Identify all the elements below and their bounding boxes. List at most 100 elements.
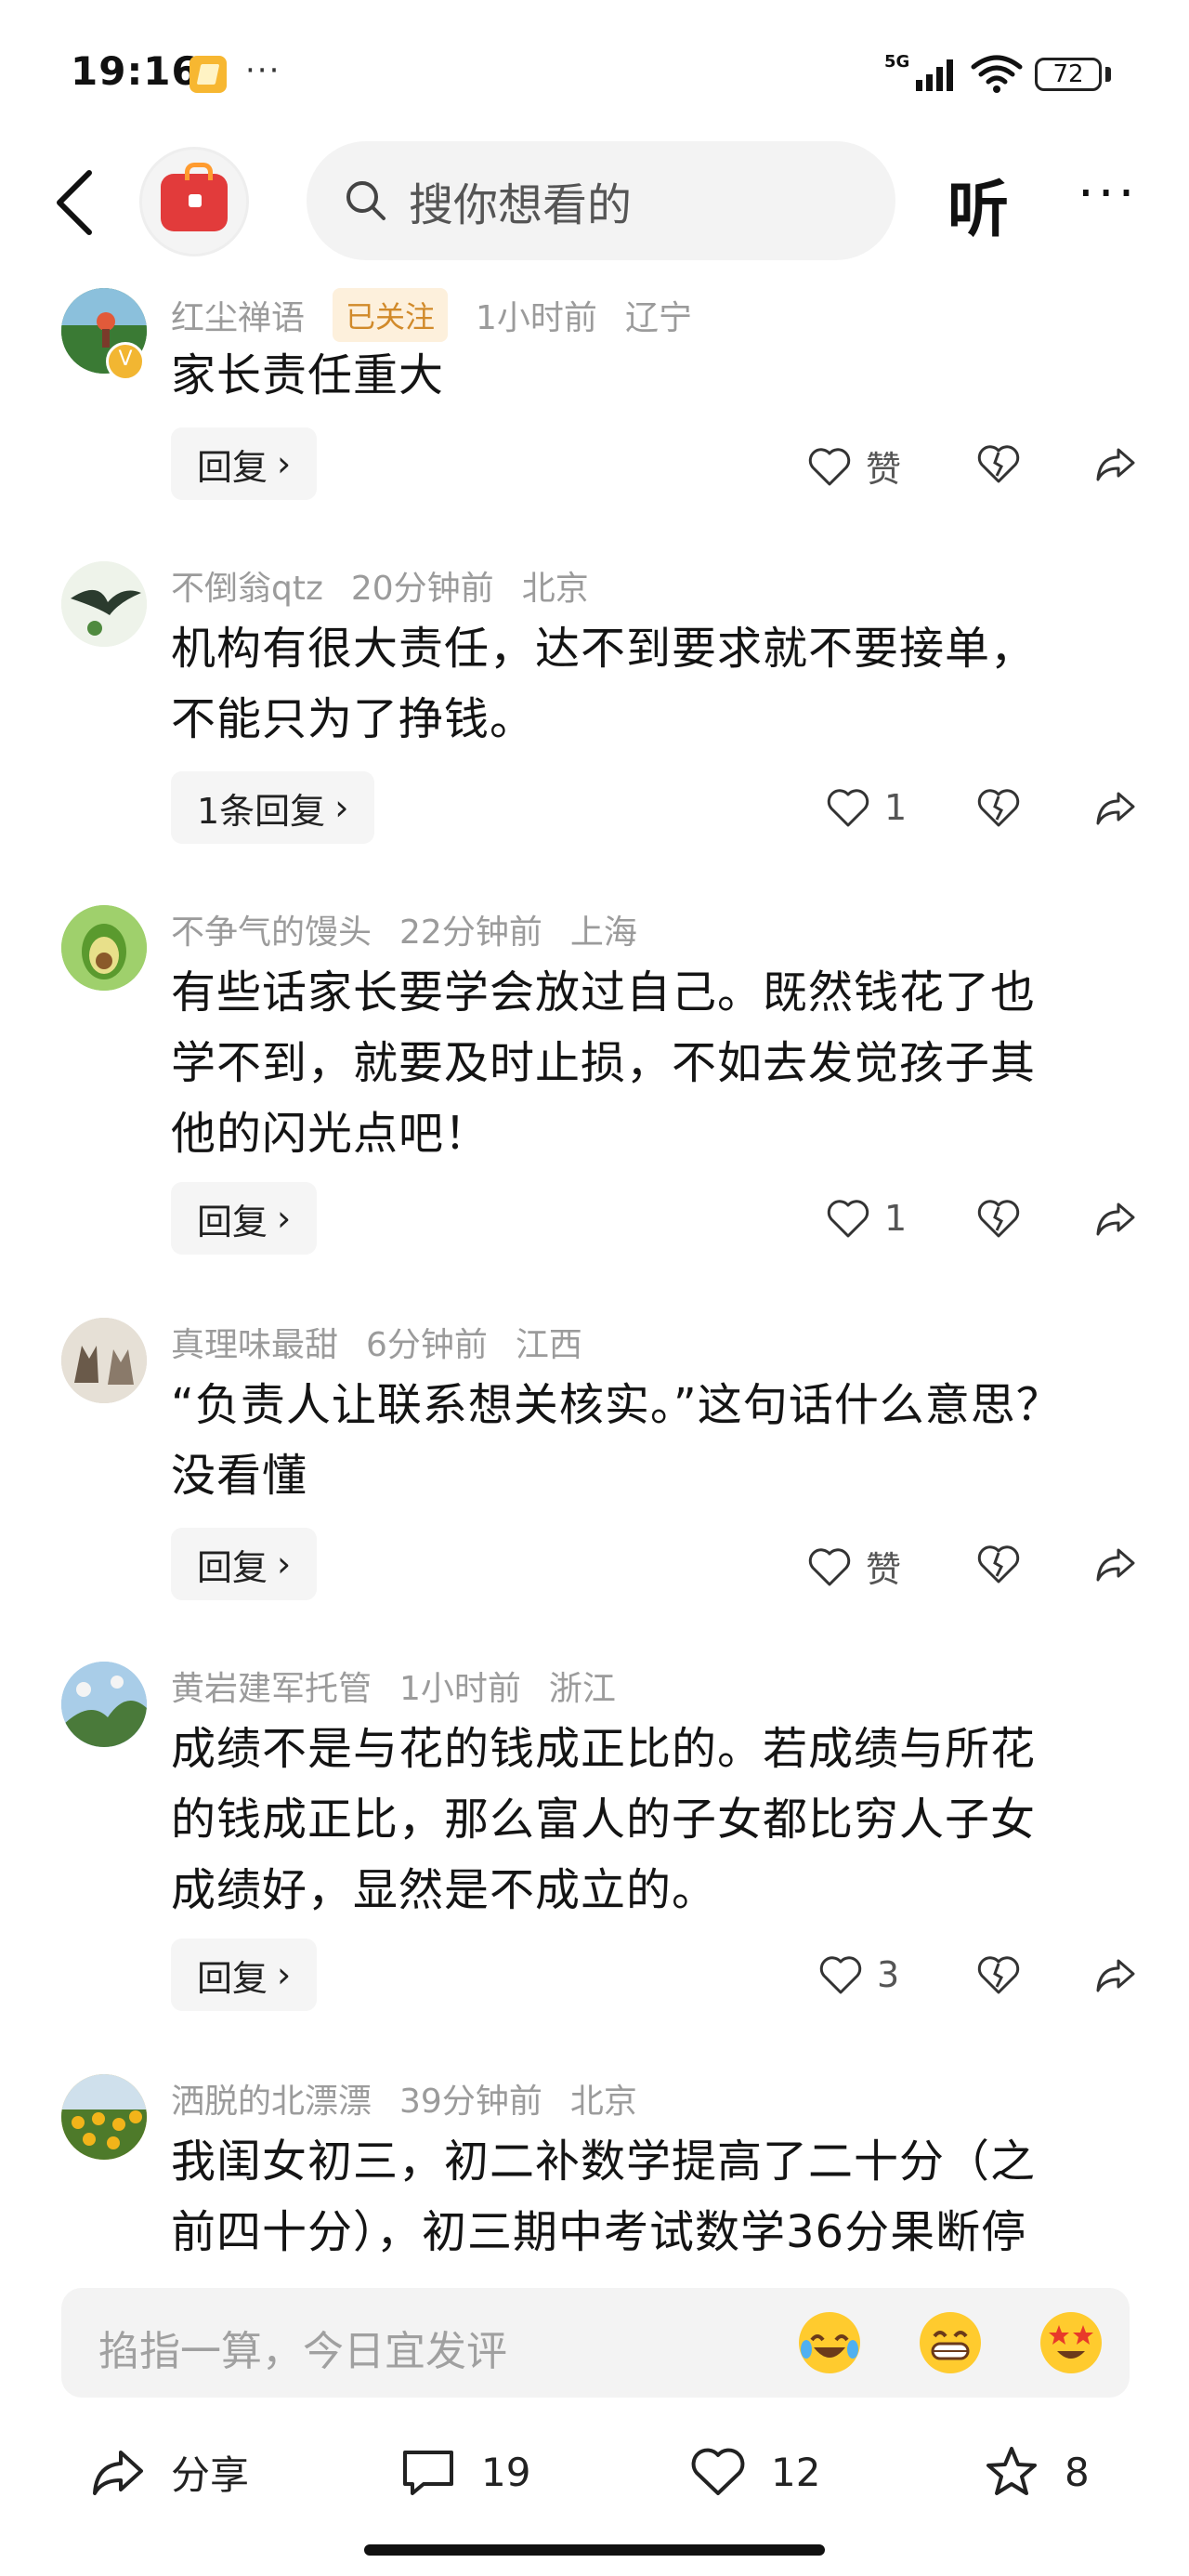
following-badge: 已关注 bbox=[333, 288, 449, 342]
star-struck-emoji-icon[interactable] bbox=[1040, 2312, 1102, 2373]
heart-icon bbox=[827, 789, 869, 827]
favorite-button[interactable]: 8 bbox=[983, 2425, 1090, 2518]
share-arrow-icon bbox=[1096, 792, 1135, 825]
comment-username[interactable]: 真理味最甜 bbox=[171, 1318, 338, 1366]
search-placeholder: 搜你想看的 bbox=[409, 179, 633, 231]
like-button[interactable]: 1 bbox=[825, 784, 907, 831]
user-avatar[interactable] bbox=[61, 1318, 147, 1403]
share-arrow-icon bbox=[1096, 1548, 1135, 1582]
like-count: 赞 bbox=[866, 1549, 902, 1590]
chevron-right-icon: › bbox=[277, 1954, 292, 1995]
status-bar: 19:16 ··· 5G 72 bbox=[0, 0, 1189, 139]
search-bar[interactable]: 搜你想看的 bbox=[307, 141, 895, 260]
shopping-bag-icon bbox=[161, 163, 228, 231]
comment-input-placeholder: 掐指一算，今日宜发评 bbox=[98, 2328, 507, 2375]
dislike-button[interactable] bbox=[975, 440, 1022, 487]
status-time: 19:16 bbox=[71, 48, 200, 94]
chevron-right-icon: › bbox=[334, 787, 349, 828]
dislike-button[interactable] bbox=[975, 1952, 1022, 1998]
comment-location: 浙江 bbox=[548, 1670, 616, 1708]
comment-meta: 不争气的馒头 22分钟前 上海 bbox=[171, 905, 665, 953]
comment-input[interactable]: 掐指一算，今日宜发评 bbox=[61, 2288, 1130, 2398]
share-comment-button[interactable] bbox=[1092, 1541, 1139, 1587]
comment-meta: 红尘禅语 已关注 1小时前 辽宁 bbox=[171, 288, 720, 342]
comment-meta: 不倒翁qtz 20分钟前 北京 bbox=[171, 561, 617, 610]
like-count: 赞 bbox=[866, 449, 902, 490]
reply-label: 回复 bbox=[197, 446, 268, 488]
comment-line: 家长责任重大 bbox=[171, 349, 445, 401]
comment-line: 学不到，就要及时止损，不如去发觉孩子其 bbox=[171, 1037, 1037, 1089]
listen-button[interactable]: 听 bbox=[947, 160, 1009, 249]
avatar-sunflowers-icon bbox=[61, 2074, 147, 2160]
share-comment-button[interactable] bbox=[1092, 784, 1139, 831]
comment-meta: 真理味最甜 6分钟前 江西 bbox=[171, 1318, 610, 1366]
broken-heart-icon bbox=[977, 1200, 1020, 1238]
share-comment-button[interactable] bbox=[1092, 1195, 1139, 1242]
home-indicator[interactable] bbox=[364, 2544, 825, 2556]
share-arrow-icon bbox=[1096, 1203, 1135, 1236]
chevron-right-icon: › bbox=[277, 1198, 292, 1239]
comment-time: 39分钟前 bbox=[399, 2083, 542, 2121]
comment-username[interactable]: 不争气的馒头 bbox=[171, 905, 372, 953]
share-comment-button[interactable] bbox=[1092, 440, 1139, 487]
reply-button[interactable]: 回复 › bbox=[171, 1182, 318, 1255]
back-arrow-icon[interactable] bbox=[48, 165, 104, 240]
dislike-button[interactable] bbox=[975, 784, 1022, 831]
more-options-button[interactable]: ··· bbox=[1078, 164, 1138, 224]
share-button[interactable]: 分享 bbox=[89, 2425, 249, 2518]
like-button[interactable]: 赞 bbox=[806, 1541, 901, 1592]
battery-level: 72 bbox=[1035, 58, 1102, 91]
like-count: 3 bbox=[877, 1954, 900, 1995]
comment-username[interactable]: 红尘禅语 bbox=[171, 291, 305, 339]
user-avatar[interactable] bbox=[61, 905, 147, 991]
like-count: 1 bbox=[884, 1198, 908, 1239]
avatar-eagle-icon bbox=[61, 561, 147, 647]
reply-label: 回复 bbox=[197, 1546, 268, 1588]
comment-username[interactable]: 不倒翁qtz bbox=[171, 561, 323, 610]
comment-meta: 洒脱的北漂漂 39分钟前 北京 bbox=[171, 2074, 665, 2123]
reply-label: 回复 bbox=[197, 1201, 268, 1242]
reply-button[interactable]: 回复 › bbox=[171, 1528, 318, 1600]
comment-time: 1小时前 bbox=[399, 1670, 521, 1708]
user-avatar[interactable] bbox=[61, 561, 147, 647]
comment-location: 北京 bbox=[521, 570, 589, 608]
broken-heart-icon bbox=[977, 789, 1020, 827]
avatar-wolves-icon bbox=[61, 1318, 147, 1403]
laughing-crying-emoji-icon[interactable] bbox=[799, 2312, 860, 2373]
comment-username[interactable]: 洒脱的北漂漂 bbox=[171, 2074, 372, 2123]
heart-icon bbox=[827, 1200, 869, 1238]
like-button[interactable]: 3 bbox=[817, 1952, 899, 1998]
heart-icon bbox=[808, 447, 851, 485]
comment-line: 有些话家长要学会放过自己。既然钱花了也 bbox=[171, 966, 1037, 1019]
dislike-button[interactable] bbox=[975, 1541, 1022, 1587]
reply-label: 回复 bbox=[197, 1957, 268, 1999]
channel-avatar[interactable] bbox=[139, 147, 249, 256]
reply-button[interactable]: 1条回复 › bbox=[171, 771, 375, 844]
comment-text: “负责人让联系想关核实。”这句话什么意思？ 没看懂 bbox=[171, 1370, 1137, 1511]
comment-line: 成绩好，显然是不成立的。 bbox=[171, 1864, 718, 1916]
comment-line: 成绩不是与花的钱成正比的。若成绩与所花 bbox=[171, 1723, 1037, 1775]
heart-icon bbox=[808, 1547, 851, 1585]
grinning-emoji-icon[interactable] bbox=[920, 2312, 981, 2373]
reply-button[interactable]: 回复 › bbox=[171, 1939, 318, 2011]
emoji-face bbox=[921, 2313, 980, 2372]
comment-line: 不能只为了挣钱。 bbox=[171, 693, 536, 745]
battery-tip bbox=[1105, 67, 1111, 82]
share-arrow-icon bbox=[1096, 1959, 1135, 1992]
comment-line: 前四十分），初三期中考试数学36分果断停 bbox=[171, 2206, 1027, 2258]
dislike-button[interactable] bbox=[975, 1195, 1022, 1242]
comment-time: 1小时前 bbox=[476, 299, 597, 337]
comment-count-button[interactable]: 19 bbox=[399, 2425, 530, 2518]
comment-username[interactable]: 黄岩建军托管 bbox=[171, 1662, 372, 1710]
share-comment-button[interactable] bbox=[1092, 1952, 1139, 1998]
comment-location: 辽宁 bbox=[624, 299, 692, 337]
user-avatar[interactable] bbox=[61, 1662, 147, 1747]
like-button[interactable]: 赞 bbox=[806, 440, 901, 492]
user-avatar[interactable] bbox=[61, 2074, 147, 2160]
reply-button[interactable]: 回复 › bbox=[171, 427, 318, 500]
search-icon bbox=[346, 181, 385, 220]
like-article-button[interactable]: 12 bbox=[689, 2425, 820, 2518]
like-button[interactable]: 1 bbox=[825, 1195, 907, 1242]
comment-text: 成绩不是与花的钱成正比的。若成绩与所花 的钱成正比，那么富人的子女都比穷人子女 … bbox=[171, 1714, 1137, 1925]
comment-bubble-icon bbox=[403, 2451, 453, 2495]
